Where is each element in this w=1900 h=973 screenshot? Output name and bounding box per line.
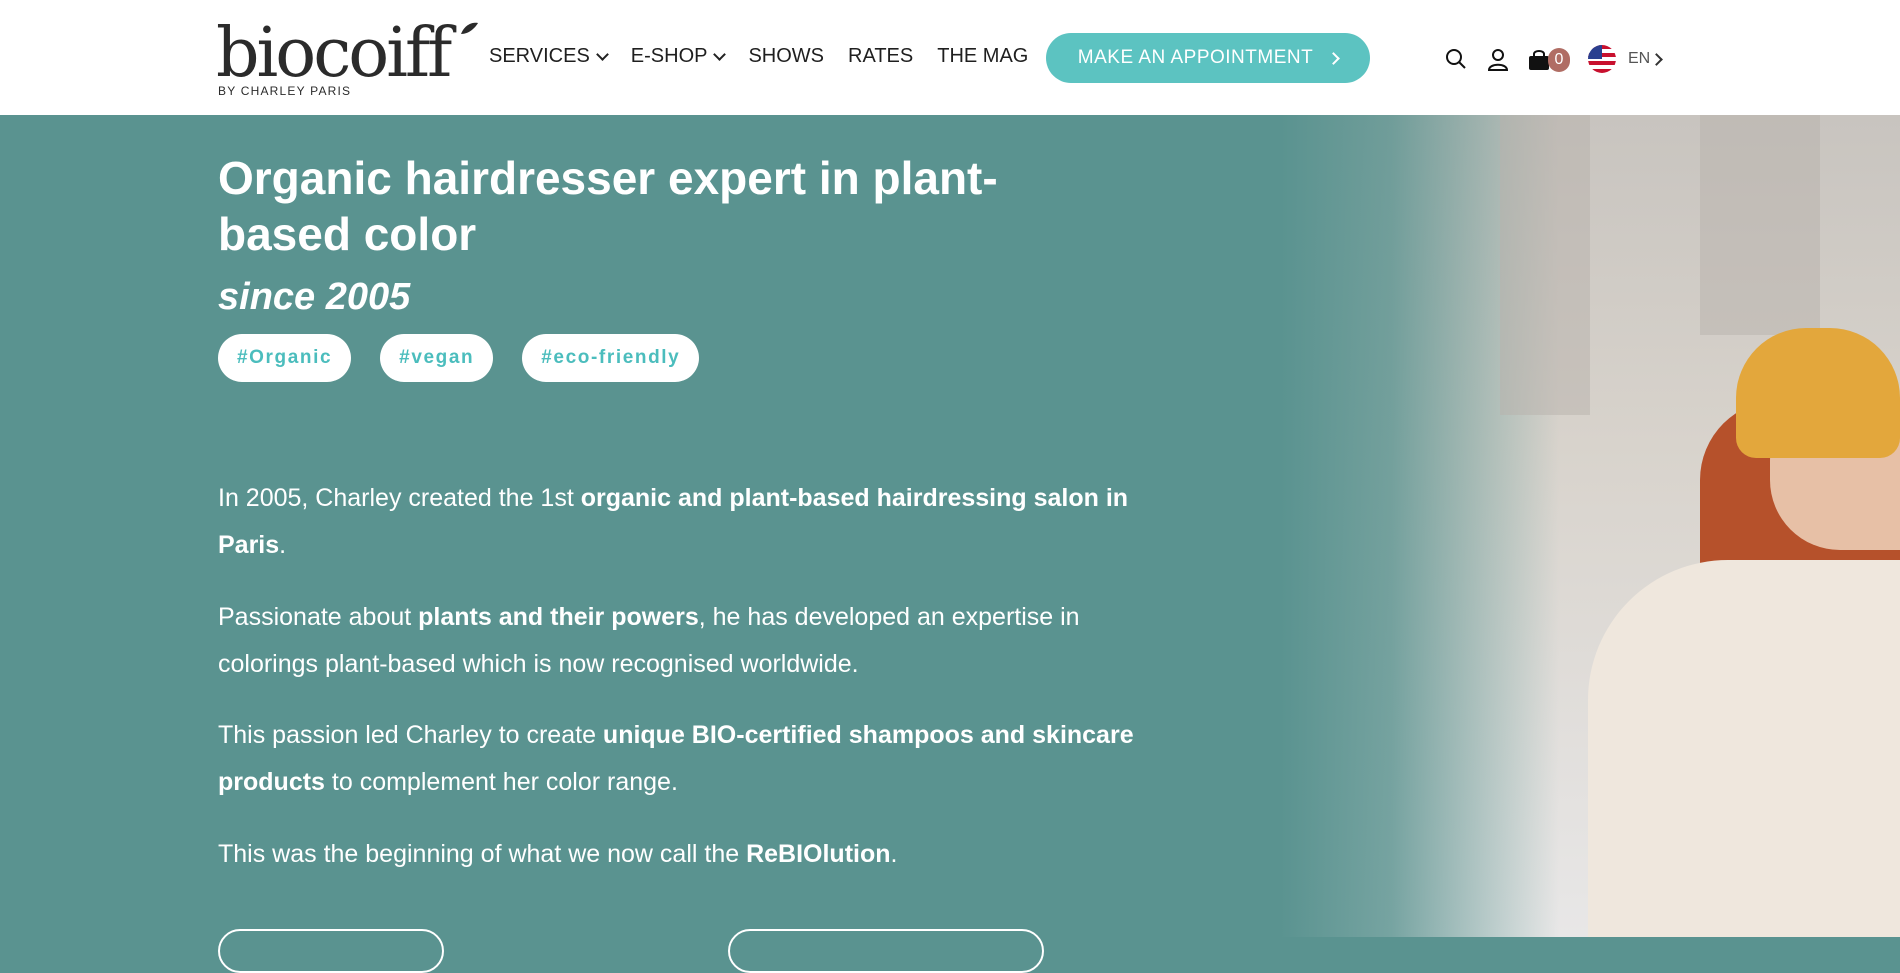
nav-shows[interactable]: SHOWS [748,45,824,68]
language-selector[interactable]: EN [1588,45,1664,73]
cart-count-badge: 0 [1548,48,1570,72]
chevron-down-icon [595,48,609,61]
tag-vegan[interactable]: #vegan [380,334,494,382]
language-label: EN [1628,50,1651,67]
hero-tags: #Organic #vegan #eco-friendly [218,334,700,382]
nav-rates[interactable]: RATES [848,45,913,68]
nav-eshop[interactable]: E-SHOP [631,45,727,68]
hero-title: Organic hairdresser expert in plant-base… [218,152,998,260]
biocoiff-logo[interactable]: biocoiff BY CHARLEY PARIS [216,14,478,104]
hero-button-left[interactable] [218,929,444,973]
hero-button-right[interactable] [728,929,1044,973]
bag-icon [1529,50,1549,70]
search-icon[interactable] [1444,47,1468,71]
hero-subtitle: since 2005 [218,276,411,318]
chevron-down-icon [713,48,727,61]
hero-photo-hat [1736,328,1900,458]
hero-paragraph-3: This passion led Charley to create uniqu… [218,721,1134,796]
chevron-right-icon [1650,52,1664,66]
user-icon[interactable] [1486,47,1510,71]
nav-services[interactable]: SERVICES [489,45,609,68]
hero-photo-coat [1588,560,1900,937]
main-nav: SERVICES E-SHOP SHOWS RATES THE MAG [489,45,1028,68]
hero-paragraph-4: This was the beginning of what we now ca… [218,840,898,868]
site-header: biocoiff BY CHARLEY PARIS SERVICES E-SHO… [0,0,1900,115]
nav-the-mag[interactable]: THE MAG [937,45,1028,68]
tag-organic[interactable]: #Organic [218,334,352,382]
leaf-icon [461,22,478,34]
chevron-right-icon [1327,51,1341,65]
cta-label: MAKE AN APPOINTMENT [1077,47,1314,68]
make-appointment-button[interactable]: MAKE AN APPOINTMENT [1046,33,1370,83]
logo-wordmark: biocoiff [216,14,452,93]
hero-paragraph-1: In 2005, Charley created the 1st organic… [218,484,1129,559]
cart-button[interactable]: 0 [1528,45,1570,73]
hero-paragraph-2: Passionate about plants and their powers… [218,603,1080,678]
us-flag-icon [1588,45,1616,73]
tag-eco-friendly[interactable]: #eco-friendly [522,334,700,382]
logo-tagline: BY CHARLEY PARIS [218,84,352,98]
header-icons: 0 EN [1444,45,1664,73]
